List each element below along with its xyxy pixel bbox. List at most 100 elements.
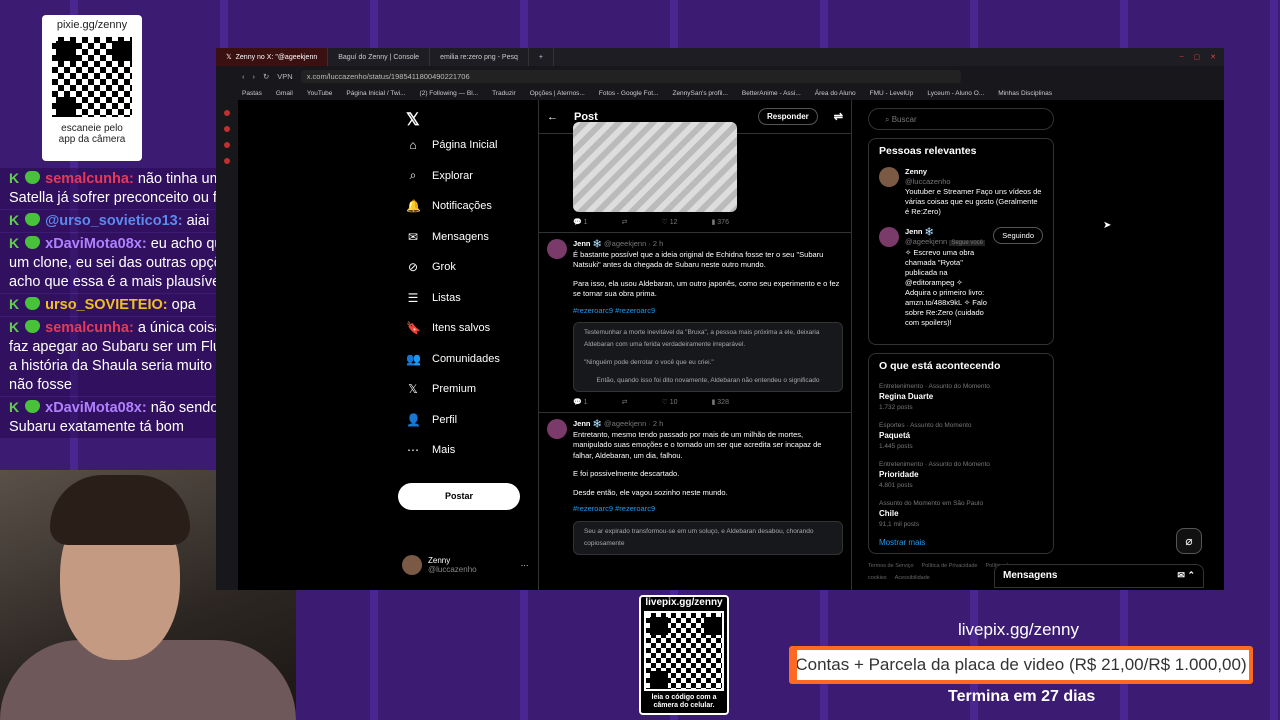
nav-icon: ⊘ (407, 260, 419, 275)
nav-item[interactable]: ⊘ Grok (402, 252, 538, 283)
tweet-handle: @ageekjenn · 2 h (604, 419, 664, 428)
reload-icon[interactable]: ↻ (263, 72, 269, 81)
qr-caption-2: câmera do celular. (653, 702, 715, 709)
bookmark-item[interactable]: BetterAnime - Assi... (742, 90, 801, 97)
search-input[interactable]: ⌕ Buscar (868, 108, 1054, 130)
footer-link[interactable]: Acessibilidade (895, 575, 930, 581)
sidebar-dot-icon[interactable] (224, 126, 230, 132)
vpn-badge[interactable]: VPN (277, 72, 292, 81)
sidebar-dot-icon[interactable] (224, 110, 230, 116)
sidebar-dot-icon[interactable] (224, 158, 230, 164)
nav-item[interactable]: ☰ Listas (402, 283, 538, 314)
reply-icon[interactable]: 💬 1 (573, 218, 588, 232)
tweet-image[interactable] (573, 122, 737, 212)
nav-item[interactable]: ⌂ Página Inicial (402, 130, 538, 161)
tweet-actions: 💬 1 ⇄ ♡ 10 ▮ 328 (573, 392, 843, 412)
expand-icon[interactable]: ✉ ⌃ (1177, 570, 1195, 581)
tab-search[interactable]: emilia re:zero png - Pesq (430, 48, 529, 66)
hashtags[interactable]: #rezeroarc9 #rezeroarc9 (573, 306, 843, 317)
bookmark-item[interactable]: ZennySan's profil... (672, 90, 727, 97)
tweet-attachment[interactable]: Testemunhar a morte inevitável da "Bruxa… (573, 322, 843, 392)
nav-item[interactable]: ⋯ Mais (402, 435, 538, 466)
bookmark-item[interactable]: (2) Following — Bl... (420, 90, 479, 97)
heart-badge-icon (25, 297, 41, 310)
trend-item[interactable]: Entretenimento · Assunto do Momento Regin… (879, 382, 1043, 413)
person-card[interactable]: Jenn ❄️ @ageekjenn Segue você ✧ Escrevo um… (879, 227, 1043, 328)
show-more-link[interactable]: Mostrar mais (879, 538, 1043, 547)
bookmark-item[interactable]: Área do Aluno (815, 90, 856, 97)
like-icon[interactable]: ♡ 10 (661, 398, 677, 412)
livepix-qr-title: livepix.gg/zenny (645, 597, 723, 608)
bookmark-item[interactable]: FMU - LevelUp (870, 90, 914, 97)
bookmark-item[interactable]: YouTube (307, 90, 333, 97)
nav-item[interactable]: ⌕ Explorar (402, 161, 538, 192)
nav-item[interactable]: 🔔 Notificações (402, 191, 538, 222)
trend-item[interactable]: Entretenimento · Assunto do Momento Prior… (879, 460, 1043, 491)
post-button[interactable]: Postar (398, 483, 520, 510)
nav-icon: 🔔 (406, 199, 421, 214)
trend-category: Entretenimento · Assunto do Momento (879, 383, 990, 390)
bookmark-item[interactable]: Gmail (276, 90, 293, 97)
bookmark-item[interactable]: Traduzir (492, 90, 516, 97)
heart-badge-icon (25, 400, 41, 413)
nav-icon: ✉ (407, 229, 419, 244)
nav-label: Notificações (432, 200, 492, 213)
nav-item[interactable]: 👥 Comunidades (402, 344, 538, 375)
settings-icon[interactable]: ⇌ (834, 110, 843, 123)
maximize-icon[interactable]: ▢ (1194, 53, 1201, 61)
views-icon[interactable]: ▮ 328 (711, 398, 728, 412)
nav-item[interactable]: ✉ Mensagens (402, 222, 538, 253)
new-tab-button[interactable]: + (529, 48, 554, 66)
back-icon[interactable]: ‹ (242, 72, 245, 81)
nav-label: Página Inicial (432, 139, 498, 152)
bookmark-item[interactable]: Opções | Aternos... (530, 90, 585, 97)
following-button[interactable]: Seguindo (993, 227, 1043, 244)
trend-item[interactable]: Esportes · Assunto do Momento Paquetá 1.44… (879, 421, 1043, 452)
bookmark-item[interactable]: Minhas Disciplinas (998, 90, 1052, 97)
bookmark-item[interactable]: Página Inicial / Twi... (346, 90, 405, 97)
follows-you-badge: Segue você (949, 240, 986, 246)
footer-link[interactable]: Termos de Serviço (868, 563, 914, 569)
tweet[interactable]: Jenn ❄️ @ageekjenn · 2 h É bastante poss… (539, 232, 851, 412)
account-switcher[interactable]: Zenny @luccazenho ··· (402, 555, 529, 575)
url-field[interactable]: x.com/luccazenho/status/1985411800490221… (300, 69, 961, 83)
minimize-icon[interactable]: – (1180, 53, 1184, 61)
bookmark-item[interactable]: Lyceum - Aluno O... (927, 90, 984, 97)
chat-username: semalcunha: (45, 320, 134, 336)
tab-zenny-x[interactable]: 𝕏 Zenny no X: "@ageekjenn (216, 48, 329, 66)
back-arrow-icon[interactable]: ← (547, 111, 558, 123)
repost-icon[interactable]: ⇄ (622, 398, 628, 412)
grok-icon[interactable]: ⌀ (1176, 528, 1202, 554)
hashtags[interactable]: #rezeroarc9 #rezeroarc9 (573, 504, 843, 515)
reply-icon[interactable]: 💬 1 (573, 398, 588, 412)
forward-icon[interactable]: › (253, 72, 256, 81)
person-card[interactable]: Zenny @luccazenho Youtuber e Streamer Faço… (879, 167, 1043, 217)
tab-label: Baguí do Zenny | Console (338, 53, 420, 61)
like-icon[interactable]: ♡ 12 (661, 218, 677, 232)
tweet-attachment[interactable]: Seu ar expirado transformou-se em um sol… (573, 520, 843, 555)
messages-drawer[interactable]: Mensagens ✉ ⌃ (994, 564, 1204, 588)
footer-link[interactable]: Política de Privacidade (922, 563, 978, 569)
repost-icon[interactable]: ⇄ (622, 218, 628, 232)
tab-console[interactable]: Baguí do Zenny | Console (328, 48, 431, 66)
nav-item[interactable]: 𝕏 Premium (402, 374, 538, 405)
tweet-author[interactable]: Jenn ❄️ (573, 419, 602, 428)
x-logo-icon[interactable]: 𝕏 (406, 110, 538, 130)
sidebar-dot-icon[interactable] (224, 142, 230, 148)
bookmark-item[interactable]: Fotos - Google Fot... (599, 90, 659, 97)
reply-button[interactable]: Responder (757, 108, 818, 125)
close-icon[interactable]: ✕ (1210, 53, 1216, 61)
trend-item[interactable]: Assunto do Momento em São Paulo Chile 91,1… (879, 499, 1043, 530)
tweet-actions: 💬 1 ⇄ ♡ 12 ▮ 376 (539, 212, 851, 232)
views-icon[interactable]: ▮ 376 (711, 218, 728, 232)
tweet[interactable]: Jenn ❄️ @ageekjenn · 2 h Entretanto, mes… (539, 412, 851, 555)
post-thread: ← Post Responder ⇌ 💬 1 ⇄ ♡ 12 ▮ 376 Jenn… (538, 100, 852, 590)
nav-item[interactable]: 🔖 Itens salvos (402, 313, 538, 344)
bookmark-item[interactable]: Pastas (242, 90, 262, 97)
more-dots-icon[interactable]: ··· (521, 561, 529, 570)
tweet-author[interactable]: Jenn ❄️ (573, 239, 602, 248)
nav-item[interactable]: 👤 Perfil (402, 405, 538, 436)
qr-caption-2: app da câmera (58, 134, 126, 145)
qr-code-icon (50, 35, 134, 119)
messages-title: Mensagens (1003, 570, 1058, 581)
